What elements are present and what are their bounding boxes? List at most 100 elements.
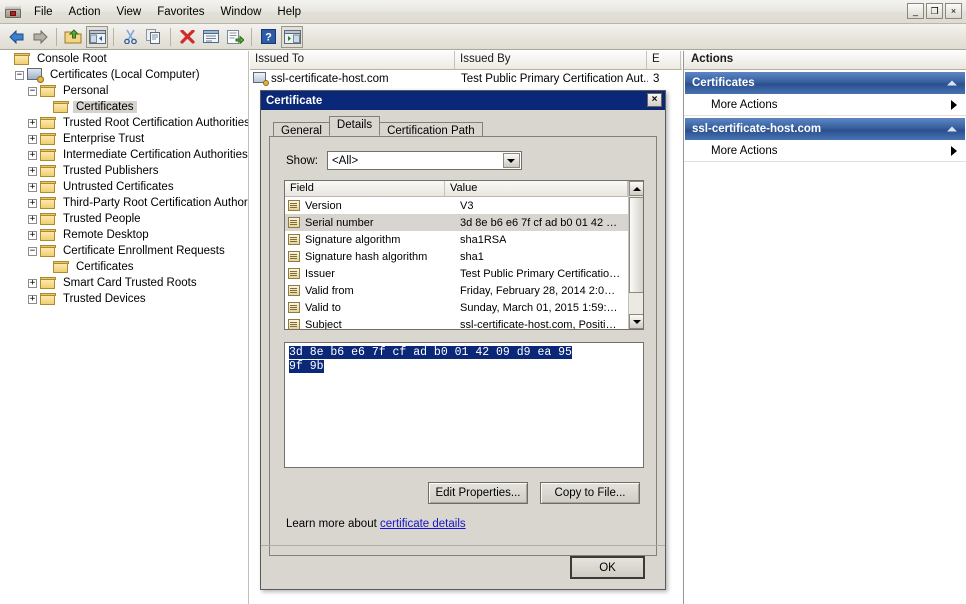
- up-folder-icon[interactable]: [62, 26, 84, 48]
- edit-properties-button[interactable]: Edit Properties...: [428, 482, 528, 504]
- menu-file[interactable]: File: [26, 2, 61, 22]
- expand-icon[interactable]: +: [28, 167, 37, 176]
- expand-icon[interactable]: +: [28, 199, 37, 208]
- actions-group-label: ssl-certificate-host.com: [692, 123, 821, 135]
- mmc-logo-icon: [4, 4, 22, 20]
- export-icon[interactable]: [224, 26, 246, 48]
- delete-icon[interactable]: [176, 26, 198, 48]
- forward-icon[interactable]: [29, 26, 51, 48]
- console-tree-pane[interactable]: Console Root−Certificates (Local Compute…: [0, 51, 249, 604]
- chevron-up-icon[interactable]: [947, 127, 957, 132]
- chevron-down-icon[interactable]: [503, 153, 520, 168]
- column-header-expiration[interactable]: E: [647, 51, 681, 69]
- restore-button[interactable]: ❐: [926, 3, 943, 19]
- dialog-title-bar[interactable]: Certificate ×: [261, 91, 665, 110]
- scrollbar-thumb[interactable]: [629, 197, 644, 293]
- expand-icon[interactable]: +: [28, 151, 37, 160]
- hex-line-1: 3d 8e b6 e6 7f cf ad b0 01 42 09 d9 ea 9…: [289, 346, 572, 359]
- field-name: Serial number: [305, 217, 460, 229]
- dialog-title: Certificate: [266, 95, 322, 107]
- action-more-actions-certificates[interactable]: More Actions: [684, 94, 966, 116]
- actions-group-label: Certificates: [692, 77, 755, 89]
- menu-action[interactable]: Action: [61, 2, 109, 22]
- expand-icon[interactable]: +: [28, 119, 37, 128]
- dialog-close-button[interactable]: ×: [647, 93, 662, 107]
- expand-icon[interactable]: +: [28, 215, 37, 224]
- table-row[interactable]: ssl-certificate-host.com Test Public Pri…: [250, 70, 682, 87]
- tab-details[interactable]: Details: [329, 116, 380, 136]
- certificate-field-row[interactable]: Subjectssl-certificate-host.com, Positi…: [285, 316, 643, 330]
- tree-item-console-root[interactable]: Console Root: [0, 51, 248, 67]
- tree-item-trusted-publishers[interactable]: + Trusted Publishers: [0, 163, 248, 179]
- menu-favorites[interactable]: Favorites: [149, 2, 212, 22]
- column-header-field[interactable]: Field: [285, 181, 445, 196]
- tree-item-untrusted-certificates[interactable]: +Untrusted Certificates: [0, 179, 248, 195]
- column-header-value[interactable]: Value: [445, 181, 628, 196]
- tree-item-certificates-local-computer[interactable]: −Certificates (Local Computer): [0, 67, 248, 83]
- field-value: Sunday, March 01, 2015 1:59:…: [460, 302, 618, 314]
- expand-icon[interactable]: +: [28, 135, 37, 144]
- certificate-field-row[interactable]: Valid toSunday, March 01, 2015 1:59:…: [285, 299, 643, 316]
- tree-item-label: Trusted Publishers: [60, 165, 161, 177]
- close-button[interactable]: ×: [945, 3, 962, 19]
- properties-icon[interactable]: [200, 26, 222, 48]
- certificate-fields-table[interactable]: Field Value VersionV3Serial number3d 8e …: [284, 180, 644, 330]
- show-dropdown[interactable]: <All>: [327, 151, 522, 170]
- column-header-issued-by[interactable]: Issued By: [455, 51, 647, 69]
- tree-item-personal[interactable]: −Personal: [0, 83, 248, 99]
- tree-item-remote-desktop[interactable]: +Remote Desktop: [0, 227, 248, 243]
- field-name: Valid to: [305, 302, 460, 314]
- window-controls: _ ❐ ×: [907, 3, 962, 19]
- tree-item-certificates[interactable]: Certificates: [0, 259, 248, 275]
- cut-icon[interactable]: [119, 26, 141, 48]
- scroll-down-button[interactable]: [629, 314, 644, 329]
- tree-item-certificate-enrollment-requests[interactable]: −Certificate Enrollment Requests: [0, 243, 248, 259]
- certificate-field-row[interactable]: Serial number3d 8e b6 e6 7f cf ad b0 01 …: [285, 214, 643, 231]
- dialog-footer: OK: [261, 545, 665, 589]
- show-console-tree-icon[interactable]: [86, 26, 108, 48]
- show-filter-row: Show: <All>: [286, 151, 644, 170]
- expand-icon[interactable]: +: [28, 279, 37, 288]
- expand-icon[interactable]: +: [28, 231, 37, 240]
- field-name: Signature hash algorithm: [305, 251, 460, 263]
- back-icon[interactable]: [5, 26, 27, 48]
- collapse-icon[interactable]: −: [28, 87, 37, 96]
- tree-item-trusted-people[interactable]: +Trusted People: [0, 211, 248, 227]
- field-value-detail-box[interactable]: 3d 8e b6 e6 7f cf ad b0 01 42 09 d9 ea 9…: [284, 342, 644, 468]
- menu-view[interactable]: View: [109, 2, 150, 22]
- tree-item-trusted-devices[interactable]: +Trusted Devices: [0, 291, 248, 307]
- scroll-up-button[interactable]: [629, 181, 644, 196]
- menu-help[interactable]: Help: [269, 2, 309, 22]
- tree-item-trusted-root-certification-authorities[interactable]: +Trusted Root Certification Authorities: [0, 115, 248, 131]
- chevron-up-icon[interactable]: [947, 81, 957, 86]
- action-more-actions-host[interactable]: More Actions: [684, 140, 966, 162]
- fields-table-scrollbar[interactable]: [628, 181, 643, 329]
- actions-group-host[interactable]: ssl-certificate-host.com: [685, 118, 965, 140]
- column-header-issued-to[interactable]: Issued To: [250, 51, 455, 69]
- chevron-right-icon: [951, 100, 957, 110]
- certificate-details-link[interactable]: certificate details: [380, 518, 466, 530]
- tree-item-intermediate-certification-authorities[interactable]: + Intermediate Certification Authorities: [0, 147, 248, 163]
- minimize-button[interactable]: _: [907, 3, 924, 19]
- actions-group-certificates[interactable]: Certificates: [685, 72, 965, 94]
- certificate-field-row[interactable]: Valid fromFriday, February 28, 2014 2:0…: [285, 282, 643, 299]
- expand-icon[interactable]: +: [28, 183, 37, 192]
- collapse-icon[interactable]: −: [28, 247, 37, 256]
- copy-to-file-button[interactable]: Copy to File...: [540, 482, 640, 504]
- tree-item-third-party-root-certification-authorities[interactable]: +Third-Party Root Certification Authorit…: [0, 195, 248, 211]
- certificate-field-row[interactable]: Signature hash algorithmsha1: [285, 248, 643, 265]
- collapse-icon[interactable]: −: [15, 71, 24, 80]
- tree-item-label: Intermediate Certification Authorities: [60, 149, 249, 161]
- tree-item-certificates[interactable]: Certificates: [0, 99, 248, 115]
- tree-item-enterprise-trust[interactable]: +Enterprise Trust: [0, 131, 248, 147]
- help-icon[interactable]: ?: [257, 26, 279, 48]
- certificate-field-row[interactable]: VersionV3: [285, 197, 643, 214]
- tree-item-smart-card-trusted-roots[interactable]: +Smart Card Trusted Roots: [0, 275, 248, 291]
- ok-button[interactable]: OK: [570, 556, 645, 579]
- menu-window[interactable]: Window: [213, 2, 270, 22]
- copy-icon[interactable]: [143, 26, 165, 48]
- certificate-field-row[interactable]: IssuerTest Public Primary Certificatio…: [285, 265, 643, 282]
- show-action-pane-icon[interactable]: [281, 26, 303, 48]
- expand-icon[interactable]: +: [28, 295, 37, 304]
- certificate-field-row[interactable]: Signature algorithmsha1RSA: [285, 231, 643, 248]
